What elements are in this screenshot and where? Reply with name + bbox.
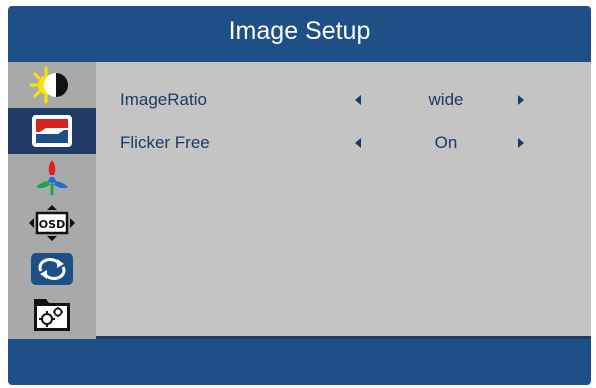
osd-menu: Image Setup OSD ImageRatio wide Flicker … — [8, 6, 591, 385]
setting-label: Flicker Free — [120, 133, 210, 152]
arrow-left-icon[interactable] — [355, 95, 361, 105]
osd-icon: OSD — [29, 205, 75, 241]
image-setup-icon — [32, 115, 72, 147]
category-sidebar: OSD — [8, 62, 96, 339]
setting-row-image-ratio[interactable]: ImageRatio wide — [96, 82, 591, 118]
sidebar-item-image-setup[interactable] — [8, 108, 96, 154]
sidebar-item-osd-setup[interactable]: OSD — [8, 200, 96, 246]
setting-label: ImageRatio — [120, 90, 207, 109]
gears-folder-icon — [34, 299, 70, 331]
sidebar-item-extra[interactable] — [8, 292, 96, 338]
sidebar-item-luminance[interactable] — [8, 62, 96, 108]
sidebar-item-reset[interactable] — [8, 246, 96, 292]
svg-text:OSD: OSD — [39, 218, 65, 231]
setting-row-flicker-free[interactable]: Flicker Free On — [96, 125, 591, 161]
brightness-contrast-icon — [29, 66, 68, 104]
arrow-right-icon[interactable] — [518, 138, 524, 148]
setting-value: On — [434, 133, 458, 152]
sidebar-item-color-temp[interactable] — [8, 154, 96, 200]
menu-title: Image Setup — [228, 16, 371, 45]
arrow-right-icon[interactable] — [518, 95, 524, 105]
setting-value: wide — [428, 90, 464, 109]
reset-arrows-icon — [31, 253, 73, 285]
color-rgb-icon — [36, 160, 68, 195]
panel-divider — [96, 336, 591, 339]
arrow-left-icon[interactable] — [355, 138, 361, 148]
settings-panel: ImageRatio wide Flicker Free On — [96, 62, 591, 336]
